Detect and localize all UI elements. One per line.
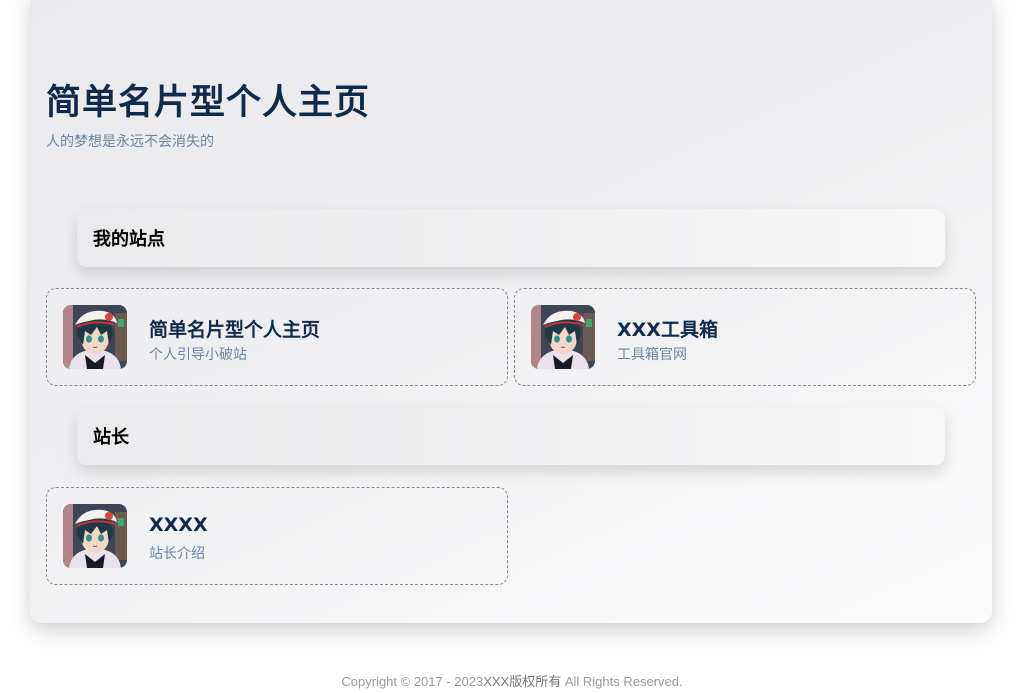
section-header-owner: 站长 xyxy=(77,407,945,465)
profile-card: 简单名片型个人主页 人的梦想是永远不会消失的 我的站点 简单名片型个人主页 个人… xyxy=(30,0,992,623)
anime-avatar-icon xyxy=(818,45,882,109)
anime-avatar-icon xyxy=(531,305,595,369)
owner-description: 站长介绍 xyxy=(149,546,205,562)
anime-avatar-icon xyxy=(63,504,127,568)
anime-avatar-icon xyxy=(63,305,127,369)
page-subtitle: 人的梦想是永远不会消失的 xyxy=(46,134,214,150)
site-card[interactable]: 简单名片型个人主页 个人引导小破站 xyxy=(46,288,508,386)
owner-avatar xyxy=(63,504,127,568)
copyright-owner: XXX版权所有 xyxy=(483,674,562,689)
page-title: 简单名片型个人主页 xyxy=(46,83,371,123)
owner-name: XXXX xyxy=(149,514,208,536)
site-name: 简单名片型个人主页 xyxy=(149,319,321,341)
owner-card[interactable]: XXXX 站长介绍 xyxy=(46,487,508,585)
copyright-rights: All Rights Reserved. xyxy=(561,674,683,689)
site-description: 工具箱官网 xyxy=(617,347,687,363)
footer-copyright: Copyright © 2017 - 2023XXX版权所有 All Right… xyxy=(0,671,1024,690)
site-avatar xyxy=(63,305,127,369)
site-description: 个人引导小破站 xyxy=(149,347,247,363)
avatar[interactable] xyxy=(818,45,882,109)
section-header-my-sites: 我的站点 xyxy=(77,209,945,267)
copyright-years: Copyright © 2017 - 2023 xyxy=(341,674,484,689)
site-card[interactable]: XXX工具箱 工具箱官网 xyxy=(514,288,976,386)
site-avatar xyxy=(531,305,595,369)
site-name: XXX工具箱 xyxy=(617,319,718,341)
